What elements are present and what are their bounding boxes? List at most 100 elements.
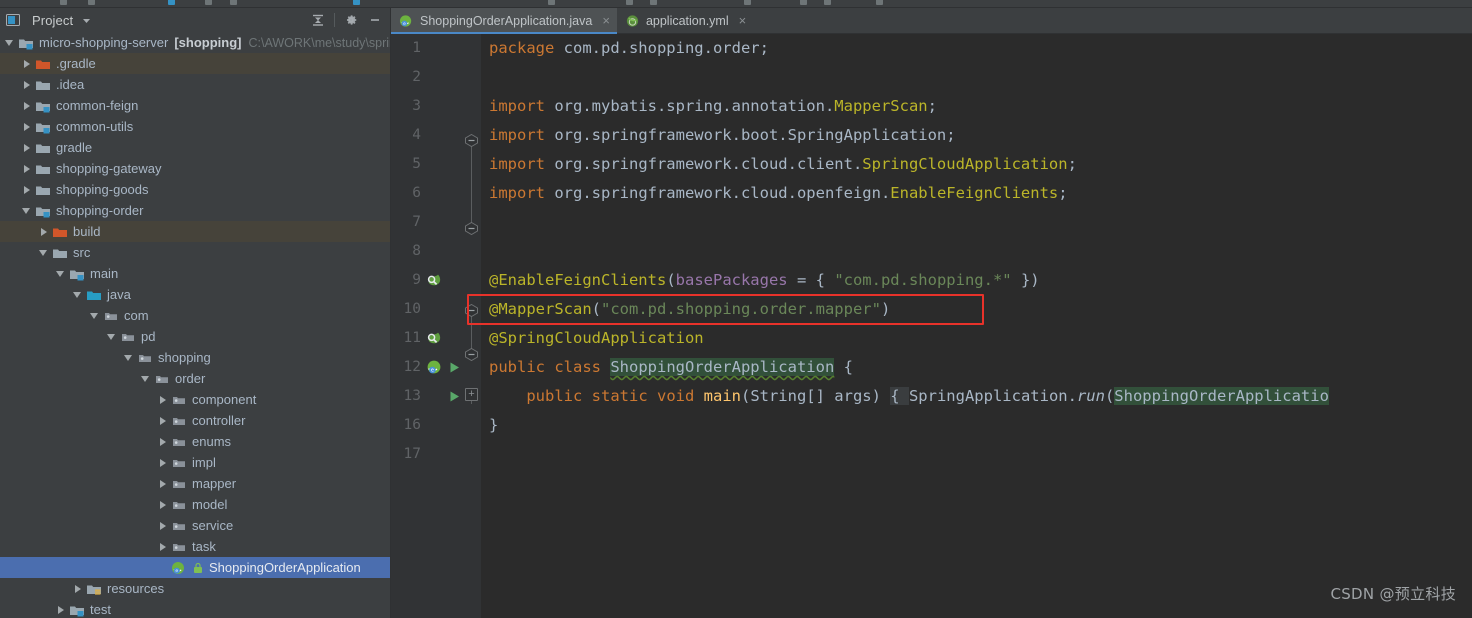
tree-item-mapper[interactable]: mapper <box>0 473 390 494</box>
chevron-right-icon[interactable] <box>21 184 33 196</box>
chevron-right-icon[interactable] <box>21 58 33 70</box>
spring-bean-search-icon[interactable] <box>425 266 443 295</box>
code-line[interactable] <box>489 440 1472 469</box>
tree-item-micro-shopping-server[interactable]: micro-shopping-server [shopping] C:\AWORK\… <box>0 32 390 53</box>
code-line[interactable]: package com.pd.shopping.order; <box>489 34 1472 63</box>
project-tree[interactable]: micro-shopping-server [shopping] C:\AWORK\… <box>0 32 390 618</box>
code-line[interactable] <box>489 63 1472 92</box>
code-line[interactable]: import org.springframework.boot.SpringAp… <box>489 121 1472 150</box>
tree-item-label: model <box>192 497 228 512</box>
run-triangle-icon[interactable] <box>445 353 463 382</box>
chevron-down-icon[interactable] <box>89 310 101 322</box>
chevron-down-icon[interactable] <box>4 37 16 49</box>
chevron-down-icon[interactable] <box>72 289 84 301</box>
chevron-down-icon[interactable] <box>106 331 118 343</box>
code-token: "com.pd.shopping.order.mapper" <box>601 300 881 318</box>
chevron-down-icon[interactable] <box>123 352 135 364</box>
fold-collapse-annotations-icon[interactable] <box>465 304 478 317</box>
tree-item-controller[interactable]: controller <box>0 410 390 431</box>
chevron-right-icon[interactable] <box>21 121 33 133</box>
chevron-down-icon[interactable] <box>21 205 33 217</box>
chevron-right-icon[interactable] <box>157 436 169 448</box>
gear-icon[interactable] <box>340 10 362 30</box>
chevron-down-icon[interactable] <box>82 16 91 25</box>
close-icon[interactable]: × <box>739 13 747 28</box>
tree-item-gradle[interactable]: gradle <box>0 137 390 158</box>
chevron-right-icon[interactable] <box>21 163 33 175</box>
tree-item-resources[interactable]: resources <box>0 578 390 599</box>
tree-item-service[interactable]: service <box>0 515 390 536</box>
code-line[interactable]: @MapperScan("com.pd.shopping.order.mappe… <box>489 295 1472 324</box>
spring-bean-search-icon[interactable] <box>425 324 443 353</box>
fold-collapse-imports-end-icon[interactable] <box>465 222 478 235</box>
tree-item-component[interactable]: component <box>0 389 390 410</box>
collapse-all-icon[interactable] <box>307 10 329 30</box>
spring-boot-run-icon[interactable]: e <box>425 353 443 382</box>
chevron-right-icon[interactable] <box>21 100 33 112</box>
code-line[interactable] <box>489 208 1472 237</box>
editor-tab-application-yml[interactable]: application.yml × <box>617 8 753 33</box>
chevron-right-icon[interactable] <box>157 499 169 511</box>
chevron-right-icon[interactable] <box>157 415 169 427</box>
tree-item-test[interactable]: test <box>0 599 390 618</box>
tree-item-pd[interactable]: pd <box>0 326 390 347</box>
editor-tabbar[interactable]: e ShoppingOrderApplication.java × applica… <box>391 8 1472 34</box>
tree-item-model[interactable]: model <box>0 494 390 515</box>
tree-item-common-utils[interactable]: common-utils <box>0 116 390 137</box>
chevron-right-icon[interactable] <box>157 394 169 406</box>
tree-item-src[interactable]: src <box>0 242 390 263</box>
code-line[interactable]: } <box>489 411 1472 440</box>
code-editor[interactable]: + 1 2 3 4 5 6 7 8 9 10 11 12 13 16 17 e package com.pd… <box>391 34 1472 618</box>
tree-item-idea[interactable]: .idea <box>0 74 390 95</box>
tree-item-shoppingorderapplication[interactable]: e ShoppingOrderApplication <box>0 557 390 578</box>
chevron-right-icon[interactable] <box>55 604 67 616</box>
tree-item-gradle[interactable]: .gradle <box>0 53 390 74</box>
tree-item-shopping-order[interactable]: shopping-order <box>0 200 390 221</box>
code-token: (String[] args) <box>740 387 891 405</box>
code-line[interactable]: @EnableFeignClients(basePackages = { "co… <box>489 266 1472 295</box>
tree-item-common-feign[interactable]: common-feign <box>0 95 390 116</box>
tree-item-order[interactable]: order <box>0 368 390 389</box>
chevron-down-icon[interactable] <box>140 373 152 385</box>
chevron-right-icon[interactable] <box>21 79 33 91</box>
chevron-right-icon[interactable] <box>72 583 84 595</box>
minimize-icon[interactable] <box>364 10 386 30</box>
code-text[interactable]: package com.pd.shopping.order; import or… <box>481 34 1472 618</box>
tree-item-main[interactable]: main <box>0 263 390 284</box>
tree-item-build[interactable]: build <box>0 221 390 242</box>
close-icon[interactable]: × <box>602 13 610 28</box>
code-line[interactable]: import org.springframework.cloud.client.… <box>489 150 1472 179</box>
tree-item-shopping[interactable]: shopping <box>0 347 390 368</box>
chevron-right-icon[interactable] <box>157 457 169 469</box>
fold-column[interactable]: + <box>463 34 481 618</box>
code-line[interactable] <box>489 237 1472 266</box>
tree-item-task[interactable]: task <box>0 536 390 557</box>
fold-collapse-annotations-end-icon[interactable] <box>465 348 478 361</box>
line-number: 13 <box>403 388 421 404</box>
tree-item-java[interactable]: java <box>0 284 390 305</box>
tree-item-enums[interactable]: enums <box>0 431 390 452</box>
tree-item-impl[interactable]: impl <box>0 452 390 473</box>
code-line[interactable]: public static void main(String[] args) {… <box>489 382 1472 411</box>
code-line[interactable]: public class ShoppingOrderApplication { <box>489 353 1472 382</box>
code-line[interactable]: @SpringCloudApplication <box>489 324 1472 353</box>
tree-item-com[interactable]: com <box>0 305 390 326</box>
fold-collapse-imports-icon[interactable] <box>465 134 478 147</box>
chevron-right-icon[interactable] <box>21 142 33 154</box>
editor-gutter[interactable]: + 1 2 3 4 5 6 7 8 9 10 11 12 13 16 17 e <box>391 34 481 618</box>
code-token: ; <box>927 97 937 115</box>
code-line[interactable]: import org.springframework.cloud.openfei… <box>489 179 1472 208</box>
run-triangle-icon[interactable] <box>445 382 463 411</box>
fold-expand-method-icon[interactable]: + <box>465 388 478 401</box>
chevron-right-icon[interactable] <box>157 478 169 490</box>
code-line[interactable]: import org.mybatis.spring.annotation.Map… <box>489 92 1472 121</box>
excluded-folder-icon <box>35 56 51 72</box>
chevron-right-icon[interactable] <box>157 520 169 532</box>
chevron-down-icon[interactable] <box>55 268 67 280</box>
chevron-down-icon[interactable] <box>38 247 50 259</box>
editor-tab-shoppingorderapplication-java[interactable]: e ShoppingOrderApplication.java × <box>391 8 617 34</box>
tree-item-shopping-gateway[interactable]: shopping-gateway <box>0 158 390 179</box>
chevron-right-icon[interactable] <box>38 226 50 238</box>
tree-item-shopping-goods[interactable]: shopping-goods <box>0 179 390 200</box>
chevron-right-icon[interactable] <box>157 541 169 553</box>
